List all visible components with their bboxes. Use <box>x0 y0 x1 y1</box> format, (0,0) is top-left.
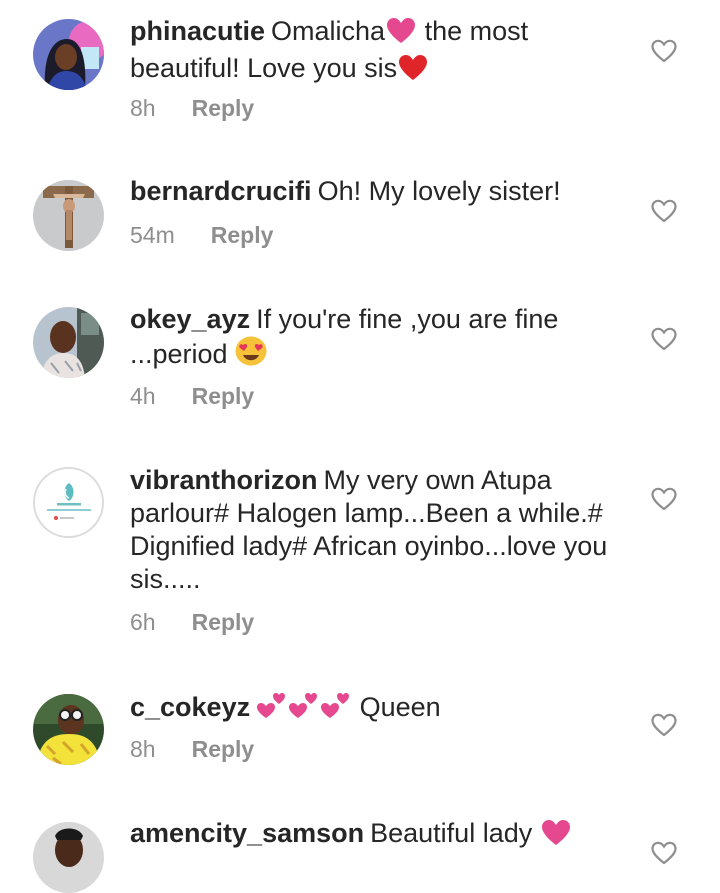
reply-button[interactable]: Reply <box>192 609 255 635</box>
comment-timestamp: 4h <box>130 383 156 409</box>
comment-username[interactable]: vibranthorizon <box>130 465 318 495</box>
comment-meta: 8h Reply <box>130 736 254 763</box>
heart-outline-icon <box>651 713 677 737</box>
heart-outline-icon <box>651 39 677 63</box>
like-button[interactable] <box>651 199 677 223</box>
comment-meta: 8h Reply <box>130 95 254 122</box>
comment-meta: 4h Reply <box>130 383 254 410</box>
reply-button[interactable]: Reply <box>192 95 255 121</box>
pink-heart-icon <box>541 820 570 854</box>
heart-outline-icon <box>651 327 677 351</box>
avatar[interactable] <box>33 822 104 893</box>
like-button[interactable] <box>651 487 677 511</box>
comment-username[interactable]: phinacutie <box>130 16 265 46</box>
comment-username[interactable]: c_cokeyz <box>130 692 250 722</box>
avatar[interactable] <box>33 19 104 90</box>
avatar[interactable] <box>33 467 104 538</box>
comment-timestamp: 6h <box>130 609 156 635</box>
comment-timestamp: 8h <box>130 95 156 121</box>
comment-username[interactable]: bernardcrucifi <box>130 176 312 206</box>
comment-text: c_cokeyz Queen <box>130 689 630 727</box>
comment-text: phinacutie Omalicha the most beautiful! L… <box>130 15 630 89</box>
like-button[interactable] <box>651 39 677 63</box>
reply-button[interactable]: Reply <box>192 383 255 409</box>
reply-button[interactable]: Reply <box>211 222 274 248</box>
heart-outline-icon <box>651 199 677 223</box>
comment-meta: 54m Reply <box>130 222 273 249</box>
pink-heart-icon <box>387 18 416 52</box>
avatar[interactable] <box>33 694 104 765</box>
comment-text: amencity_samson Beautiful lady <box>130 817 630 854</box>
comment-timestamp: 8h <box>130 736 156 762</box>
like-button[interactable] <box>651 713 677 737</box>
comment-username[interactable]: amencity_samson <box>130 818 364 848</box>
comment-text: okey_ayz If you're fine ,you are fine ...… <box>130 303 630 374</box>
two-hearts-icon <box>288 689 320 727</box>
comment-timestamp: 54m <box>130 222 175 248</box>
comment-text: bernardcrucifi Oh! My lovely sister! <box>130 176 561 206</box>
smiling-face-with-heart-eyes-icon <box>235 336 267 374</box>
red-heart-icon <box>399 55 428 89</box>
comment-meta: 6h Reply <box>130 609 254 636</box>
comment-text: vibranthorizon My very own Atupa parlour#… <box>130 465 608 594</box>
heart-outline-icon <box>651 841 677 865</box>
avatar[interactable] <box>33 180 104 251</box>
avatar[interactable] <box>33 307 104 378</box>
like-button[interactable] <box>651 327 677 351</box>
like-button[interactable] <box>651 841 677 865</box>
reply-button[interactable]: Reply <box>192 736 255 762</box>
comment-username[interactable]: okey_ayz <box>130 304 250 334</box>
heart-outline-icon <box>651 487 677 511</box>
two-hearts-icon <box>320 689 352 727</box>
two-hearts-icon <box>256 689 288 727</box>
